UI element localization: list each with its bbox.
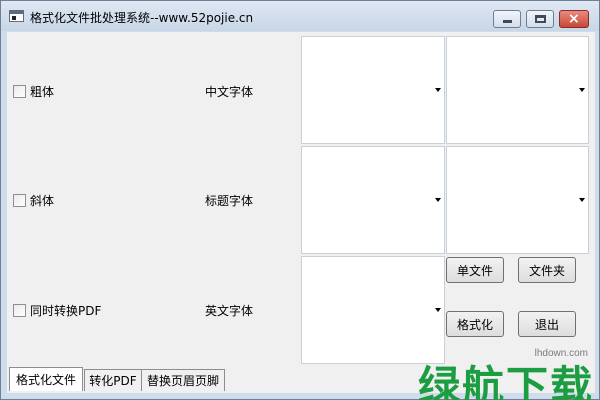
english-font-label: 英文字体 <box>205 304 254 318</box>
minimize-button[interactable] <box>493 10 521 28</box>
chinese-font-size-select[interactable] <box>446 36 589 144</box>
maximize-icon <box>535 15 546 23</box>
tab-convert-pdf[interactable]: 转化PDF <box>84 369 142 391</box>
exit-button[interactable]: 退出 <box>518 311 576 337</box>
chinese-font-label: 中文字体 <box>205 85 254 99</box>
pdf-label: 同时转换PDF <box>30 304 102 318</box>
single-file-button[interactable]: 单文件 <box>446 257 504 283</box>
italic-label: 斜体 <box>30 194 55 208</box>
bold-label: 粗体 <box>30 85 55 99</box>
title-bar[interactable]: 格式化文件批处理系统--www.52pojie.cn × <box>1 1 599 31</box>
app-icon <box>9 10 24 22</box>
tab-replace-header-footer[interactable]: 替换页眉页脚 <box>141 369 225 391</box>
bold-checkbox[interactable] <box>13 85 26 98</box>
dropdown-arrow-icon <box>435 198 441 202</box>
watermark: lhdown.com 绿航下载 <box>414 345 600 400</box>
bold-option[interactable]: 粗体 <box>13 83 54 100</box>
minimize-icon <box>503 20 512 23</box>
maximize-button[interactable] <box>526 10 554 28</box>
folder-button[interactable]: 文件夹 <box>518 257 576 283</box>
dropdown-arrow-icon <box>435 88 441 92</box>
window-title: 格式化文件批处理系统--www.52pojie.cn <box>30 11 254 25</box>
title-font-size-select[interactable] <box>446 146 589 254</box>
app-window: 格式化文件批处理系统--www.52pojie.cn × 粗体 斜体 同时转换P… <box>0 0 600 400</box>
watermark-text: 绿航下载 <box>418 362 595 400</box>
close-icon: × <box>568 11 580 27</box>
dropdown-arrow-icon <box>579 198 585 202</box>
dropdown-arrow-icon <box>435 308 441 312</box>
main-panel: 粗体 斜体 同时转换PDF 中文字体 标题字体 英文字体 单文件 文件夹 格式化… <box>7 32 595 393</box>
italic-option[interactable]: 斜体 <box>13 192 54 209</box>
chinese-font-select[interactable] <box>301 36 445 144</box>
dropdown-arrow-icon <box>579 88 585 92</box>
format-button[interactable]: 格式化 <box>446 311 504 337</box>
title-font-label: 标题字体 <box>205 194 254 208</box>
italic-checkbox[interactable] <box>13 194 26 207</box>
title-font-select[interactable] <box>301 146 445 254</box>
tab-format-files[interactable]: 格式化文件 <box>9 367 83 391</box>
pdf-checkbox[interactable] <box>13 304 26 317</box>
close-button[interactable]: × <box>559 10 589 28</box>
pdf-option[interactable]: 同时转换PDF <box>13 302 101 319</box>
